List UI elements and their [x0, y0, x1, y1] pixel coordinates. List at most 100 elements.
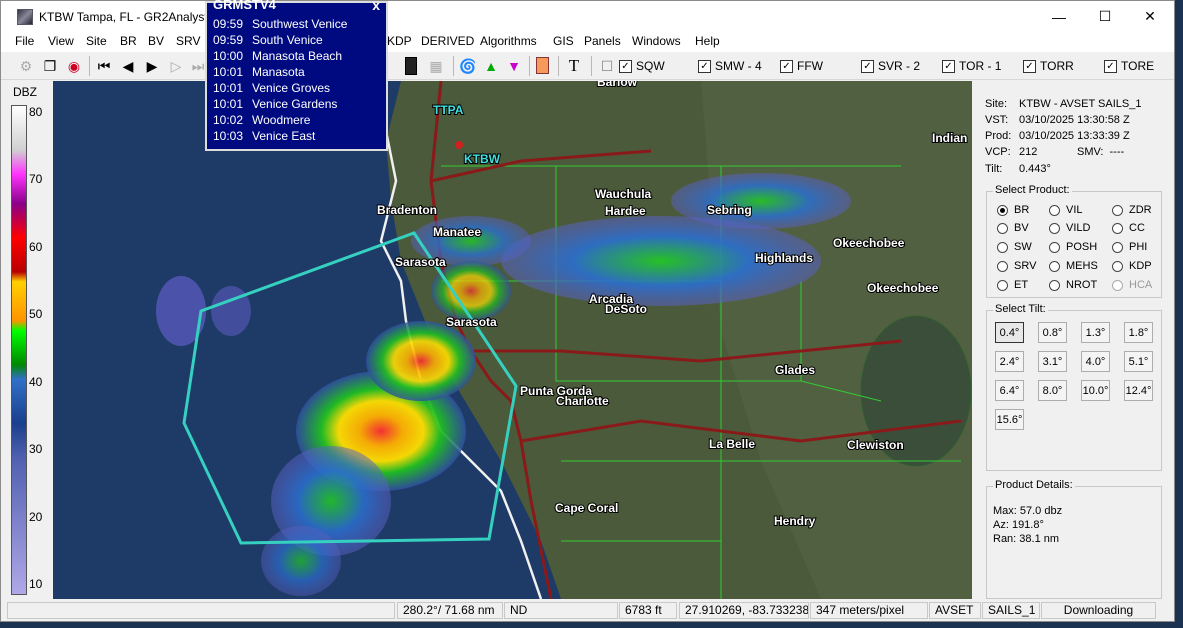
grid-icon[interactable]: ▦ — [427, 57, 445, 75]
city-label: Manatee — [433, 225, 481, 239]
warn-label: TORE — [1121, 59, 1155, 73]
minimize-button[interactable]: — — [1036, 1, 1082, 32]
tilt-2-4[interactable]: 2.4° — [995, 351, 1024, 372]
next-frame-icon[interactable]: ▷ — [167, 57, 185, 75]
tilt-1-8[interactable]: 1.8° — [1124, 322, 1153, 343]
connect-icon[interactable]: ⚙ — [17, 57, 35, 75]
popup-close-button[interactable]: x — [372, 0, 380, 13]
info-site: Site: KTBW - AVSET SAILS_1 — [985, 98, 1142, 110]
menu-windows[interactable]: Windows — [632, 34, 681, 48]
product-mehs[interactable]: MEHS — [1049, 260, 1098, 272]
scale-tick: 10 — [29, 577, 43, 591]
scale-tick: 80 — [29, 105, 43, 119]
product-sw[interactable]: SW — [997, 241, 1032, 253]
hurricane-icon[interactable]: 🌀 — [459, 57, 477, 75]
product-hca: HCA — [1112, 279, 1152, 291]
maximize-button[interactable]: ☐ — [1082, 1, 1128, 32]
info-vcp: VCP: 212 SMV: ---- — [985, 146, 1125, 158]
tilt-6-4[interactable]: 6.4° — [995, 380, 1024, 401]
warn-toggle-ffw[interactable]: ✓ FFW — [780, 59, 823, 73]
product-et[interactable]: ET — [997, 279, 1028, 291]
menu-br[interactable]: BR — [120, 34, 137, 48]
green-triangle-icon[interactable]: ▲ — [482, 57, 500, 75]
menu-file[interactable]: File — [15, 34, 34, 48]
menu-bv[interactable]: BV — [148, 34, 164, 48]
text-tool-icon[interactable]: T — [565, 56, 583, 75]
product-details-group: Product Details: Max: 57.0 dbz Az: 191.8… — [986, 479, 1162, 599]
menu-bar: File View Site BR BV SRV KDP DERIVED Alg… — [1, 32, 1174, 52]
city-label: Sarasota — [395, 255, 446, 269]
menu-kdp[interactable]: KDP — [387, 34, 412, 48]
product-kdp[interactable]: KDP — [1112, 260, 1152, 272]
warn-label: SMW - 4 — [715, 59, 762, 73]
radar-map[interactable]: Barlow TTPA KTBW Wauchula Hardee Sebring… — [1, 81, 972, 599]
group-title: Select Tilt: — [993, 303, 1048, 315]
status-value: ND — [504, 602, 618, 619]
product-br[interactable]: BR — [997, 204, 1029, 216]
tilt-5-1[interactable]: 5.1° — [1124, 351, 1153, 372]
product-vil[interactable]: VIL — [1049, 204, 1083, 216]
menu-site[interactable]: Site — [86, 34, 107, 48]
popup-row: 09:59 South Venice — [213, 33, 323, 47]
toolbar-separator — [558, 56, 559, 76]
select-product-group: Select Product: BR VIL ZDR BV VILD CC SW… — [986, 184, 1162, 298]
warn-toggle-svr[interactable]: ✓ SVR - 2 — [861, 59, 920, 73]
warn-label: FFW — [797, 59, 823, 73]
globe-icon[interactable]: ◉ — [65, 57, 83, 75]
warn-toggle-sqw[interactable]: ✓ SQW — [619, 59, 665, 73]
tilt-8-0[interactable]: 8.0° — [1038, 380, 1067, 401]
product-cc[interactable]: CC — [1112, 222, 1145, 234]
product-phi[interactable]: PHI — [1112, 241, 1147, 253]
radar-map-canvas[interactable]: Barlow TTPA KTBW Wauchula Hardee Sebring… — [1, 81, 972, 599]
product-nrot[interactable]: NROT — [1049, 279, 1097, 291]
copy-icon[interactable]: ❐ — [41, 57, 59, 75]
status-sails: SAILS_1 — [982, 602, 1040, 619]
detail-max: Max: 57.0 dbz — [993, 505, 1063, 517]
menu-view[interactable]: View — [48, 34, 74, 48]
storm-track-popup[interactable]: GRMSTV4 x 09:59 Southwest Venice 09:59 Sou… — [205, 0, 388, 151]
warn-toggle-tore[interactable]: ✓ TORE — [1104, 59, 1154, 73]
tilt-10-0[interactable]: 10.0° — [1081, 380, 1110, 401]
warn-toggle-smw[interactable]: ✓ SMW - 4 — [698, 59, 762, 73]
tilt-1-3[interactable]: 1.3° — [1081, 322, 1110, 343]
popup-row: 10:03 Venice East — [213, 129, 316, 143]
black-square-icon[interactable] — [405, 57, 417, 75]
menu-gis[interactable]: GIS — [553, 34, 574, 48]
tilt-4-0[interactable]: 4.0° — [1081, 351, 1110, 372]
city-label: Sebring — [707, 203, 752, 217]
warn-label: TOR - 1 — [959, 59, 1002, 73]
menu-algorithms[interactable]: Algorithms — [480, 34, 537, 48]
magenta-triangle-icon[interactable]: ▼ — [505, 57, 523, 75]
prev-frame-icon[interactable]: ◀ — [119, 57, 137, 75]
side-panel: Site: KTBW - AVSET SAILS_1 VST: 03/10/2025… — [977, 81, 1174, 599]
menu-panels[interactable]: Panels — [584, 34, 621, 48]
tilt-0-4[interactable]: 0.4° — [995, 322, 1024, 343]
menu-srv[interactable]: SRV — [176, 34, 200, 48]
tilt-0-8[interactable]: 0.8° — [1038, 322, 1067, 343]
product-bv[interactable]: BV — [997, 222, 1029, 234]
city-label: Hardee — [605, 204, 646, 218]
scale-tick: 60 — [29, 240, 43, 254]
tilt-3-1[interactable]: 3.1° — [1038, 351, 1067, 372]
warn-toggle-torr[interactable]: ✓ TORR — [1023, 59, 1074, 73]
close-button[interactable]: ✕ — [1127, 1, 1173, 32]
detail-az: Az: 191.8° — [993, 519, 1044, 531]
tilt-12-4[interactable]: 12.4° — [1124, 380, 1153, 401]
blank-box-icon[interactable]: ☐ — [598, 57, 616, 75]
status-scale: 347 meters/pixel — [810, 602, 928, 619]
product-posh[interactable]: POSH — [1049, 241, 1097, 253]
warn-toggle-tor[interactable]: ✓ TOR - 1 — [942, 59, 1001, 73]
menu-derived[interactable]: DERIVED — [421, 34, 474, 48]
city-label: Clewiston — [847, 438, 904, 452]
tilt-15-6[interactable]: 15.6° — [995, 409, 1024, 430]
first-frame-icon[interactable]: ⏮ — [95, 57, 113, 75]
popup-row: 09:59 Southwest Venice — [213, 17, 348, 31]
detail-ran: Ran: 38.1 nm — [993, 533, 1060, 545]
city-label: Barlow — [597, 81, 638, 89]
play-icon[interactable]: ▶ — [143, 57, 161, 75]
product-zdr[interactable]: ZDR — [1112, 204, 1152, 216]
product-srv[interactable]: SRV — [997, 260, 1036, 272]
color-box-icon[interactable] — [536, 57, 549, 74]
product-vild[interactable]: VILD — [1049, 222, 1090, 234]
menu-help[interactable]: Help — [695, 34, 720, 48]
